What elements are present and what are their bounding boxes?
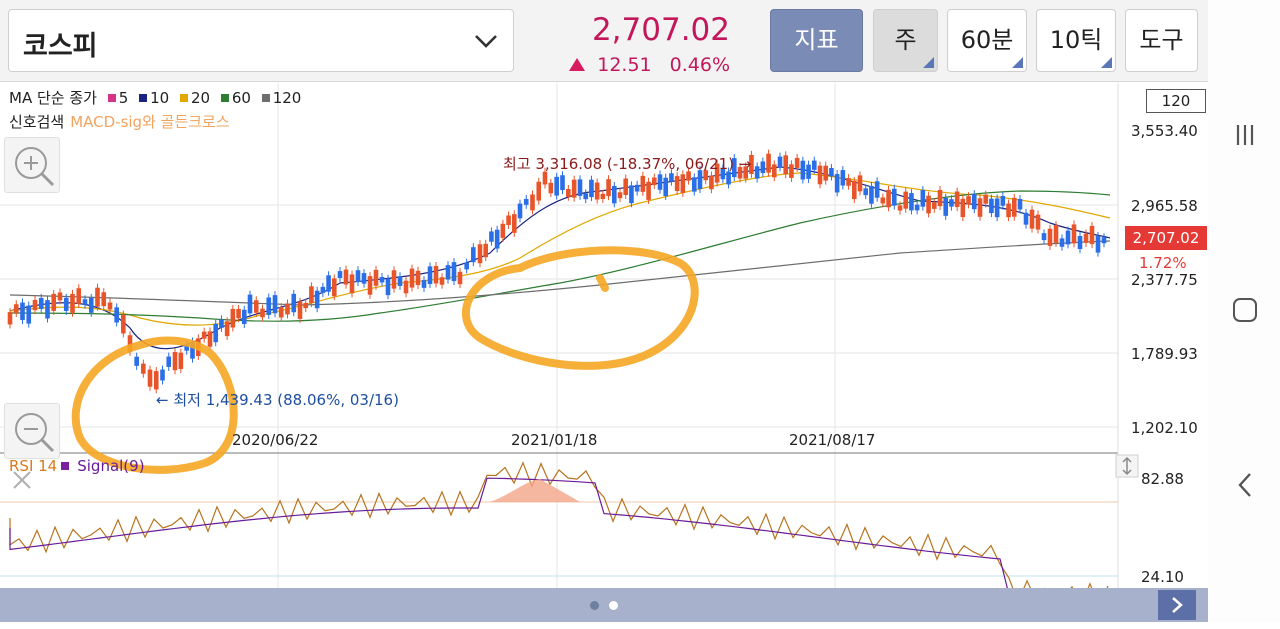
- home-icon[interactable]: [1233, 298, 1257, 322]
- signal-prefix: 신호검색: [9, 113, 65, 131]
- high-annotation: 최고 3,316.08 (-18.37%, 06/21) →: [503, 155, 752, 173]
- page-dot-active[interactable]: [609, 601, 618, 610]
- ma10-label: 10: [150, 89, 170, 107]
- up-triangle-icon: [569, 58, 586, 71]
- recent-apps-icon[interactable]: [1236, 124, 1254, 146]
- current-pct-label: 1.72%: [1139, 254, 1187, 272]
- ma10-swatch: [139, 94, 148, 102]
- ma60-label: 60: [231, 89, 251, 107]
- ma5-label: 5: [118, 89, 129, 107]
- y-tick-label: 2,377.75: [1131, 271, 1198, 289]
- y-tick-label: 2,965.58: [1131, 197, 1198, 215]
- rsi-overbought-fill: [490, 479, 580, 502]
- ma60-swatch: [220, 94, 229, 102]
- zoom-out-button[interactable]: [4, 403, 60, 459]
- corner-triangle-icon: [1012, 57, 1023, 68]
- next-button[interactable]: [1158, 590, 1196, 620]
- change-percent: 0.46%: [669, 54, 730, 76]
- low-annotation: ← 최저 1,439.43 (88.06%, 03/16): [156, 391, 399, 409]
- rsi-top-label: 82.88: [1141, 470, 1184, 488]
- market-selector[interactable]: 코스피: [8, 9, 514, 72]
- interval-button[interactable]: 60분: [947, 9, 1027, 72]
- market-name: 코스피: [23, 31, 98, 62]
- y-tick-label: 1,202.10: [1131, 419, 1198, 437]
- rsi-signal-label: Signal(9): [77, 457, 145, 475]
- rsi-lines: [9, 461, 1109, 588]
- ma5-swatch: [107, 94, 116, 102]
- ma20-swatch: [179, 94, 188, 102]
- period-button[interactable]: 주: [873, 9, 938, 72]
- signal-legend: 신호검색 MACD-sig와 골든크로스: [9, 111, 230, 132]
- rsi-bottom-label: 24.10: [1141, 568, 1184, 586]
- price-change: 12.51 0.46%: [560, 54, 730, 76]
- ma-line: [9, 172, 1111, 326]
- current-price-tag: 2,707.02: [1125, 226, 1207, 250]
- period-label: 주: [894, 26, 917, 54]
- page-dot[interactable]: [590, 601, 599, 610]
- x-tick-label: 2021/01/18: [511, 431, 598, 449]
- period-box[interactable]: 120: [1146, 89, 1206, 113]
- ma120-swatch: [261, 94, 270, 102]
- rsi-line: [9, 461, 1109, 588]
- ma-legend-prefix: MA 단순 종가: [9, 89, 97, 107]
- bottom-bar: [0, 588, 1208, 622]
- zoom-in-icon: [15, 147, 55, 187]
- x-tick-label: 2020/06/22: [232, 431, 319, 449]
- tick-button[interactable]: 10틱: [1036, 9, 1116, 72]
- resize-handle-icon[interactable]: [1115, 454, 1139, 478]
- x-tick-label: 2021/08/17: [789, 431, 876, 449]
- change-value: 12.51: [597, 54, 652, 76]
- ma120-label: 120: [272, 89, 302, 107]
- interval-label: 60분: [960, 26, 1014, 54]
- signal-swatch: [61, 462, 70, 470]
- y-tick-label: 3,553.40: [1131, 122, 1198, 140]
- close-icon[interactable]: [10, 468, 34, 492]
- tools-button[interactable]: 도구: [1125, 9, 1198, 72]
- highlight-circle-high: [461, 246, 699, 370]
- y-tick-label: 1,789.93: [1131, 345, 1198, 363]
- ma-legend: MA 단순 종가 5 10 20 60 120: [9, 87, 301, 108]
- zoom-in-button[interactable]: [4, 137, 60, 193]
- indicator-button[interactable]: 지표: [770, 9, 863, 72]
- chevron-right-icon: [1172, 597, 1183, 613]
- chevron-down-icon: [475, 35, 497, 48]
- tick-label: 10틱: [1049, 26, 1103, 54]
- ma20-label: 20: [190, 89, 211, 107]
- back-icon[interactable]: [1235, 472, 1255, 498]
- ma-line: [9, 240, 1111, 306]
- signal-text: MACD-sig와 골든크로스: [70, 113, 230, 131]
- corner-triangle-icon: [923, 57, 934, 68]
- zoom-out-icon: [15, 413, 55, 453]
- corner-triangle-icon: [1101, 57, 1112, 68]
- current-price: 2,707.02: [591, 12, 730, 48]
